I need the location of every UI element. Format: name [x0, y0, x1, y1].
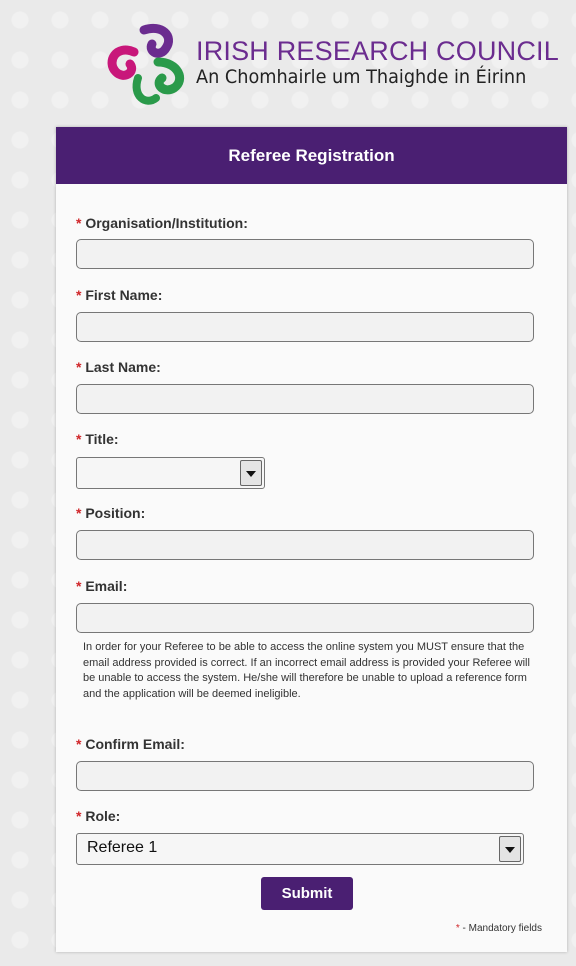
required-asterisk: *	[76, 736, 82, 752]
logo-subtitle: An Chomhairle um Thaighde in Éirinn	[196, 66, 527, 88]
last-name-label: * Last Name:	[76, 359, 161, 375]
confirm-email-label: * Confirm Email:	[76, 736, 185, 752]
email-input[interactable]	[76, 603, 534, 633]
title-select[interactable]	[76, 457, 265, 489]
form-header: Referee Registration	[56, 127, 567, 184]
required-asterisk: *	[76, 808, 82, 824]
first-name-input[interactable]	[76, 312, 534, 342]
required-asterisk: *	[76, 359, 82, 375]
title-label: * Title:	[76, 431, 119, 447]
last-name-input[interactable]	[76, 384, 534, 414]
confirm-email-input[interactable]	[76, 761, 534, 791]
required-asterisk: *	[76, 505, 82, 521]
required-asterisk: *	[76, 578, 82, 594]
position-label: * Position:	[76, 505, 146, 521]
chevron-down-icon[interactable]	[499, 836, 521, 862]
council-emblem-icon	[107, 24, 184, 105]
role-select[interactable]: Referee 1	[76, 833, 524, 865]
referee-registration-form: Referee Registration * Organisation/Inst…	[56, 127, 567, 952]
required-asterisk: *	[76, 431, 82, 447]
chevron-down-icon[interactable]	[240, 460, 262, 486]
irish-research-council-logo: IRISH RESEARCH COUNCIL An Chomhairle um …	[104, 22, 559, 108]
organisation-input[interactable]	[76, 239, 534, 269]
required-asterisk: *	[76, 287, 82, 303]
required-asterisk: *	[76, 215, 82, 231]
organisation-label: * Organisation/Institution:	[76, 215, 248, 231]
email-label: * Email:	[76, 578, 128, 594]
logo-title: IRISH RESEARCH COUNCIL	[196, 36, 559, 66]
role-selected-value: Referee 1	[87, 839, 158, 856]
position-input[interactable]	[76, 530, 534, 560]
submit-button[interactable]: Submit	[261, 877, 353, 910]
role-label: * Role:	[76, 808, 121, 824]
mandatory-fields-note: * - Mandatory fields	[455, 923, 542, 934]
first-name-label: * First Name:	[76, 287, 163, 303]
email-help-text: In order for your Referee to be able to …	[83, 641, 530, 700]
